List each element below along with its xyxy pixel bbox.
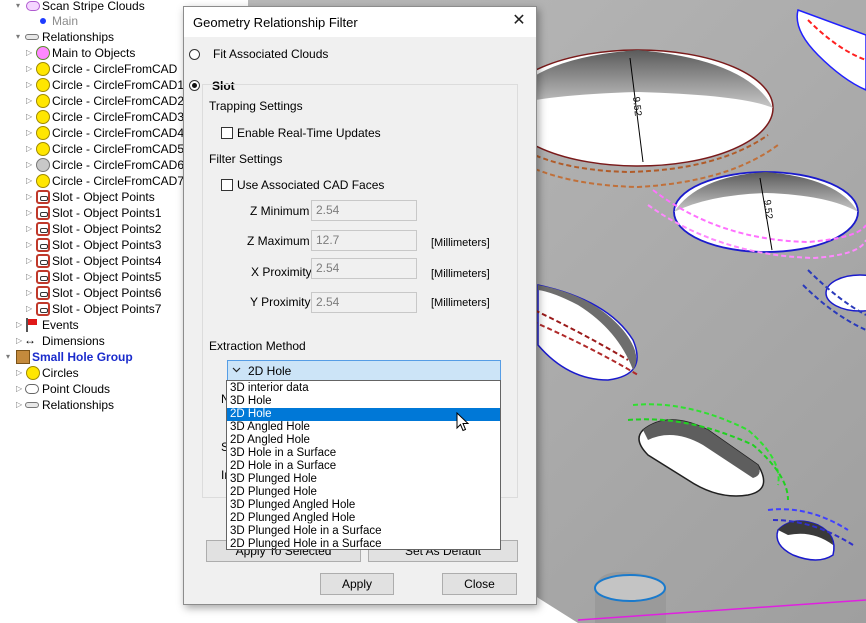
circle-icon xyxy=(36,78,50,92)
dropdown-option[interactable]: 3D Hole in a Surface xyxy=(227,447,500,460)
dimensions-icon xyxy=(24,332,38,348)
apply-button[interactable]: Apply xyxy=(320,573,394,595)
y-proximity-label: Y Proximity xyxy=(250,295,311,309)
dimension-label: 9.52 xyxy=(630,96,643,117)
collapse-icon[interactable]: ▾ xyxy=(6,349,14,365)
slot-icon xyxy=(36,286,50,300)
slot-icon xyxy=(36,270,50,284)
dialog-title: Geometry Relationship Filter xyxy=(193,15,358,30)
expand-icon[interactable]: ▷ xyxy=(26,221,34,237)
circle-icon xyxy=(36,94,50,108)
dropdown-option[interactable]: 3D Plunged Angled Hole xyxy=(227,499,500,512)
expand-icon[interactable]: ▷ xyxy=(16,365,24,381)
collapse-icon[interactable]: ▾ xyxy=(16,29,24,45)
expand-icon[interactable]: ▷ xyxy=(26,77,34,93)
realtime-updates-label: Enable Real-Time Updates xyxy=(237,126,381,140)
expand-icon[interactable]: ▷ xyxy=(26,189,34,205)
dropdown-option[interactable]: 2D Plunged Hole in a Surface xyxy=(227,538,500,550)
cloud-icon xyxy=(26,1,40,11)
z-maximum-label: Z Maximum xyxy=(247,234,310,248)
expand-icon[interactable]: ▷ xyxy=(26,109,34,125)
circle-icon xyxy=(26,366,40,380)
use-cad-faces-label: Use Associated CAD Faces xyxy=(237,178,385,192)
x-proximity-field[interactable]: 2.54 xyxy=(311,258,417,279)
slot-icon xyxy=(36,302,50,316)
dimension-label: 9.52 xyxy=(761,199,774,220)
expand-icon[interactable]: ▷ xyxy=(26,173,34,189)
cloud-icon xyxy=(25,384,39,394)
z-maximum-field[interactable]: 12.7 xyxy=(311,230,417,251)
boss-top xyxy=(594,574,666,602)
extraction-method-dropdown[interactable]: 3D interior data 3D Hole 2D Hole 3D Angl… xyxy=(226,380,501,550)
slot-icon xyxy=(36,238,50,252)
mouse-pointer-icon xyxy=(456,412,470,432)
z-minimum-label: Z Minimum xyxy=(250,204,310,218)
z-minimum-field[interactable]: 2.54 xyxy=(311,200,417,221)
expand-icon[interactable]: ▷ xyxy=(26,125,34,141)
extraction-method-select[interactable]: 2D Hole xyxy=(227,360,501,381)
expand-icon[interactable]: ▷ xyxy=(26,61,34,77)
box-icon xyxy=(16,350,30,364)
dropdown-option[interactable]: 2D Plunged Angled Hole xyxy=(227,512,500,525)
collapse-icon[interactable]: ▾ xyxy=(16,0,24,14)
relationship-icon xyxy=(25,34,39,40)
expand-icon[interactable]: ▷ xyxy=(26,205,34,221)
circle-icon xyxy=(36,158,50,172)
expand-icon[interactable]: ▷ xyxy=(26,141,34,157)
filter-settings-heading: Filter Settings xyxy=(209,152,283,166)
dropdown-option[interactable]: 3D interior data xyxy=(227,382,500,395)
circle-icon xyxy=(36,62,50,76)
expand-icon[interactable]: ▷ xyxy=(16,381,24,397)
slot-icon xyxy=(36,206,50,220)
expand-icon[interactable]: ▷ xyxy=(26,237,34,253)
expand-icon[interactable]: ▷ xyxy=(26,285,34,301)
dot-icon xyxy=(40,18,46,24)
circle-icon xyxy=(36,126,50,140)
x-proximity-label: X Proximity xyxy=(251,265,312,279)
flag-icon xyxy=(26,318,37,332)
expand-icon[interactable]: ▷ xyxy=(26,253,34,269)
dropdown-option[interactable]: 3D Plunged Hole in a Surface xyxy=(227,525,500,538)
expand-icon[interactable]: ▷ xyxy=(16,397,24,413)
extraction-method-value: 2D Hole xyxy=(248,364,292,378)
y-proximity-field[interactable]: 2.54 xyxy=(311,292,417,313)
dropdown-option[interactable]: 2D Hole in a Surface xyxy=(227,460,500,473)
close-button[interactable]: Close xyxy=(442,573,517,595)
y-proximity-unit: [Millimeters] xyxy=(431,297,490,309)
z-maximum-unit: [Millimeters] xyxy=(431,237,490,249)
slot-icon xyxy=(36,190,50,204)
dialog-title-bar[interactable]: Geometry Relationship Filter ✕ xyxy=(184,7,536,37)
dropdown-option[interactable]: 2D Angled Hole xyxy=(227,434,500,447)
use-cad-faces-checkbox[interactable] xyxy=(221,179,233,191)
fit-clouds-radio[interactable] xyxy=(189,49,200,60)
dropdown-option[interactable]: 3D Plunged Hole xyxy=(227,473,500,486)
slot-icon xyxy=(36,222,50,236)
expand-icon[interactable]: ▷ xyxy=(26,157,34,173)
extraction-method-heading: Extraction Method xyxy=(209,339,306,353)
trapping-settings-heading: Trapping Settings xyxy=(209,99,303,113)
x-proximity-unit: [Millimeters] xyxy=(431,268,490,280)
expand-icon[interactable]: ▷ xyxy=(26,45,34,61)
slot-radio[interactable] xyxy=(189,80,200,91)
expand-icon[interactable]: ▷ xyxy=(26,93,34,109)
close-icon[interactable]: ✕ xyxy=(510,12,528,30)
dropdown-option[interactable]: 3D Hole xyxy=(227,395,500,408)
circle-icon xyxy=(36,142,50,156)
fit-clouds-label: Fit Associated Clouds xyxy=(213,47,329,61)
expand-icon[interactable]: ▷ xyxy=(26,301,34,317)
expand-icon[interactable]: ▷ xyxy=(26,269,34,285)
slot-icon xyxy=(36,254,50,268)
chevron-down-icon xyxy=(232,367,241,373)
expand-icon[interactable]: ▷ xyxy=(16,317,24,333)
dropdown-option[interactable]: 2D Plunged Hole xyxy=(227,486,500,499)
object-icon xyxy=(36,46,50,60)
circle-icon xyxy=(36,174,50,188)
realtime-updates-checkbox[interactable] xyxy=(221,127,233,139)
circle-icon xyxy=(36,110,50,124)
relationship-icon xyxy=(25,402,39,408)
expand-icon[interactable]: ▷ xyxy=(16,333,24,349)
